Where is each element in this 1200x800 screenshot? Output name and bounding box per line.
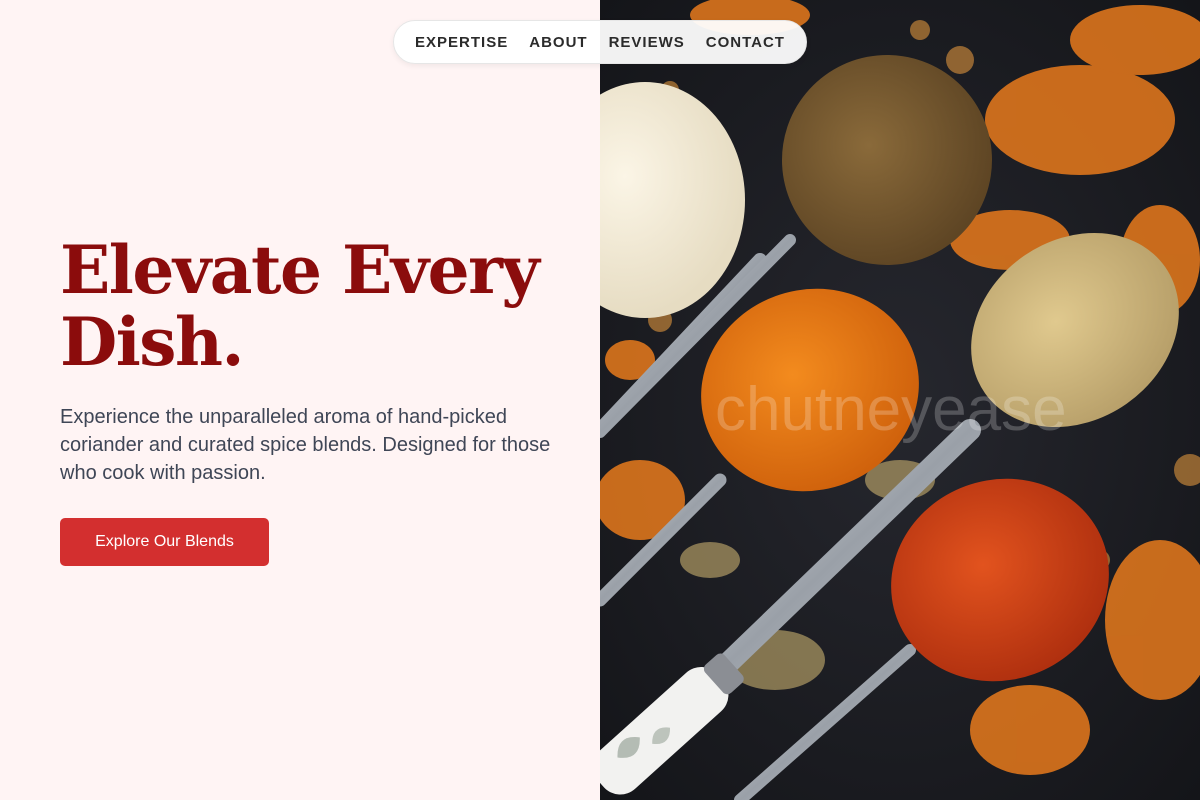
hero-title-line-2: Dish. (60, 303, 244, 381)
explore-blends-button[interactable]: Explore Our Blends (60, 518, 269, 566)
hero-title-line-1: Elevate Every (60, 231, 540, 309)
spice-photo-illustration: chutneyease (600, 0, 1200, 800)
spice-spoons-photo: chutneyease (600, 0, 1200, 800)
hero-section: Elevate Every Dish. Experience the unpar… (0, 0, 600, 800)
nav-link-about[interactable]: ABOUT (529, 34, 587, 51)
nav-link-expertise[interactable]: EXPERTISE (415, 34, 508, 51)
nav-link-contact[interactable]: CONTACT (706, 34, 785, 51)
hero-title: Elevate Every Dish. (60, 234, 560, 378)
top-navigation: EXPERTISE ABOUT REVIEWS CONTACT (393, 20, 807, 64)
watermark-text: chutneyease (715, 375, 1067, 444)
hero-description: Experience the unparalleled aroma of han… (60, 406, 551, 484)
nav-link-reviews[interactable]: REVIEWS (609, 34, 685, 51)
